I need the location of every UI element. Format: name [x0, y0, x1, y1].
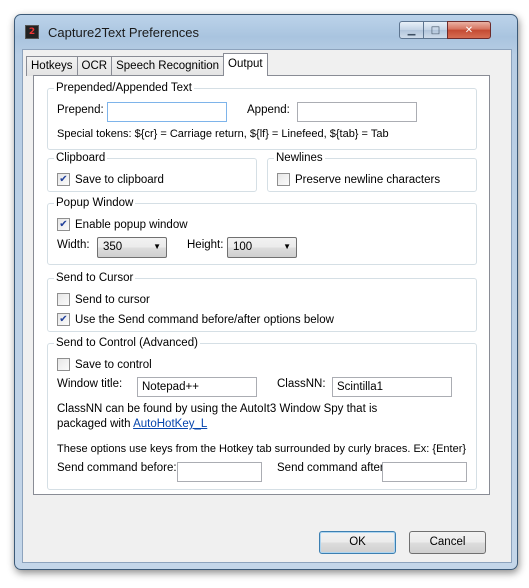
send-before-label: Send command before: [57, 462, 177, 474]
ok-button[interactable]: OK [319, 531, 396, 554]
chevron-down-icon: ▼ [153, 242, 161, 251]
tab-strip: Hotkeys OCR Speech Recognition Output [26, 53, 268, 76]
tab-hotkeys[interactable]: Hotkeys [26, 56, 78, 76]
enable-popup-checkbox[interactable]: ✔ Enable popup window [57, 218, 188, 231]
maximize-icon: □ [430, 24, 441, 36]
special-tokens-text: Special tokens: ${cr} = Carriage return,… [57, 128, 389, 140]
prepended-group-label: Prepended/Appended Text [54, 82, 194, 94]
popup-window-group-label: Popup Window [54, 197, 136, 209]
maximize-button[interactable]: □ [423, 21, 448, 39]
check-icon: ✔ [57, 313, 70, 326]
save-to-clipboard-label: Save to clipboard [75, 173, 164, 186]
chevron-down-icon: ▼ [283, 242, 291, 251]
check-icon: ✔ [57, 173, 70, 186]
window-title: Capture2Text Preferences [48, 25, 200, 40]
send-to-cursor-label: Send to cursor [75, 293, 150, 306]
enable-popup-label: Enable popup window [75, 218, 188, 231]
popup-width-label: Width: [57, 239, 90, 251]
append-input[interactable] [297, 102, 417, 122]
check-icon: ✔ [57, 218, 70, 231]
cancel-button[interactable]: Cancel [409, 531, 486, 554]
popup-height-value: 100 [233, 241, 253, 253]
append-label: Append: [247, 104, 290, 116]
classnn-label: ClassNN: [277, 378, 326, 390]
send-before-input[interactable] [177, 462, 262, 482]
app-icon: 2 [25, 25, 39, 39]
preserve-newlines-label: Preserve newline characters [295, 173, 441, 186]
save-to-control-label: Save to control [75, 358, 152, 371]
save-to-clipboard-checkbox[interactable]: ✔ Save to clipboard [57, 173, 164, 186]
use-send-command-checkbox[interactable]: ✔ Use the Send command before/after opti… [57, 313, 334, 326]
window-title-input[interactable] [137, 377, 257, 397]
classnn-input[interactable] [332, 377, 452, 397]
popup-width-select[interactable]: 350 ▼ [97, 237, 167, 258]
tab-ocr[interactable]: OCR [76, 56, 113, 76]
newlines-group-label: Newlines [274, 152, 325, 164]
send-to-cursor-group-label: Send to Cursor [54, 272, 136, 284]
autohotkey-link[interactable]: AutoHotKey_L [133, 418, 207, 430]
clipboard-group-label: Clipboard [54, 152, 108, 164]
checkbox-empty-icon [277, 173, 290, 186]
send-after-input[interactable] [382, 462, 467, 482]
hotkey-note: These options use keys from the Hotkey t… [57, 443, 467, 455]
tab-output[interactable]: Output [223, 53, 268, 76]
checkbox-empty-icon [57, 358, 70, 371]
save-to-control-checkbox[interactable]: Save to control [57, 358, 152, 371]
checkbox-empty-icon [57, 293, 70, 306]
window-title-label: Window title: [57, 378, 123, 390]
prepend-input[interactable] [107, 102, 227, 122]
prepend-label: Prepend: [57, 104, 104, 116]
send-to-control-group-label: Send to Control (Advanced) [54, 337, 200, 349]
title-bar[interactable]: 2 Capture2Text Preferences ▁ □ ✕ [15, 15, 517, 49]
preserve-newlines-checkbox[interactable]: Preserve newline characters [277, 173, 440, 186]
minimize-button[interactable]: ▁ [399, 21, 424, 39]
send-after-label: Send command after [277, 462, 384, 474]
classnn-info-line1: ClassNN can be found by using the AutoIt… [57, 403, 378, 415]
popup-height-label: Height: [187, 239, 224, 251]
minimize-icon: ▁ [407, 24, 416, 36]
tab-speech-recognition[interactable]: Speech Recognition [111, 56, 225, 76]
send-to-cursor-checkbox[interactable]: Send to cursor [57, 293, 150, 306]
close-icon: ✕ [464, 24, 474, 36]
popup-width-value: 350 [103, 241, 123, 253]
close-button[interactable]: ✕ [447, 21, 491, 39]
popup-height-select[interactable]: 100 ▼ [227, 237, 297, 258]
classnn-info-line2: packaged with AutoHotKey_L [57, 418, 207, 430]
use-send-command-label: Use the Send command before/after option… [75, 313, 334, 326]
classnn-info-prefix: packaged with [57, 418, 134, 430]
